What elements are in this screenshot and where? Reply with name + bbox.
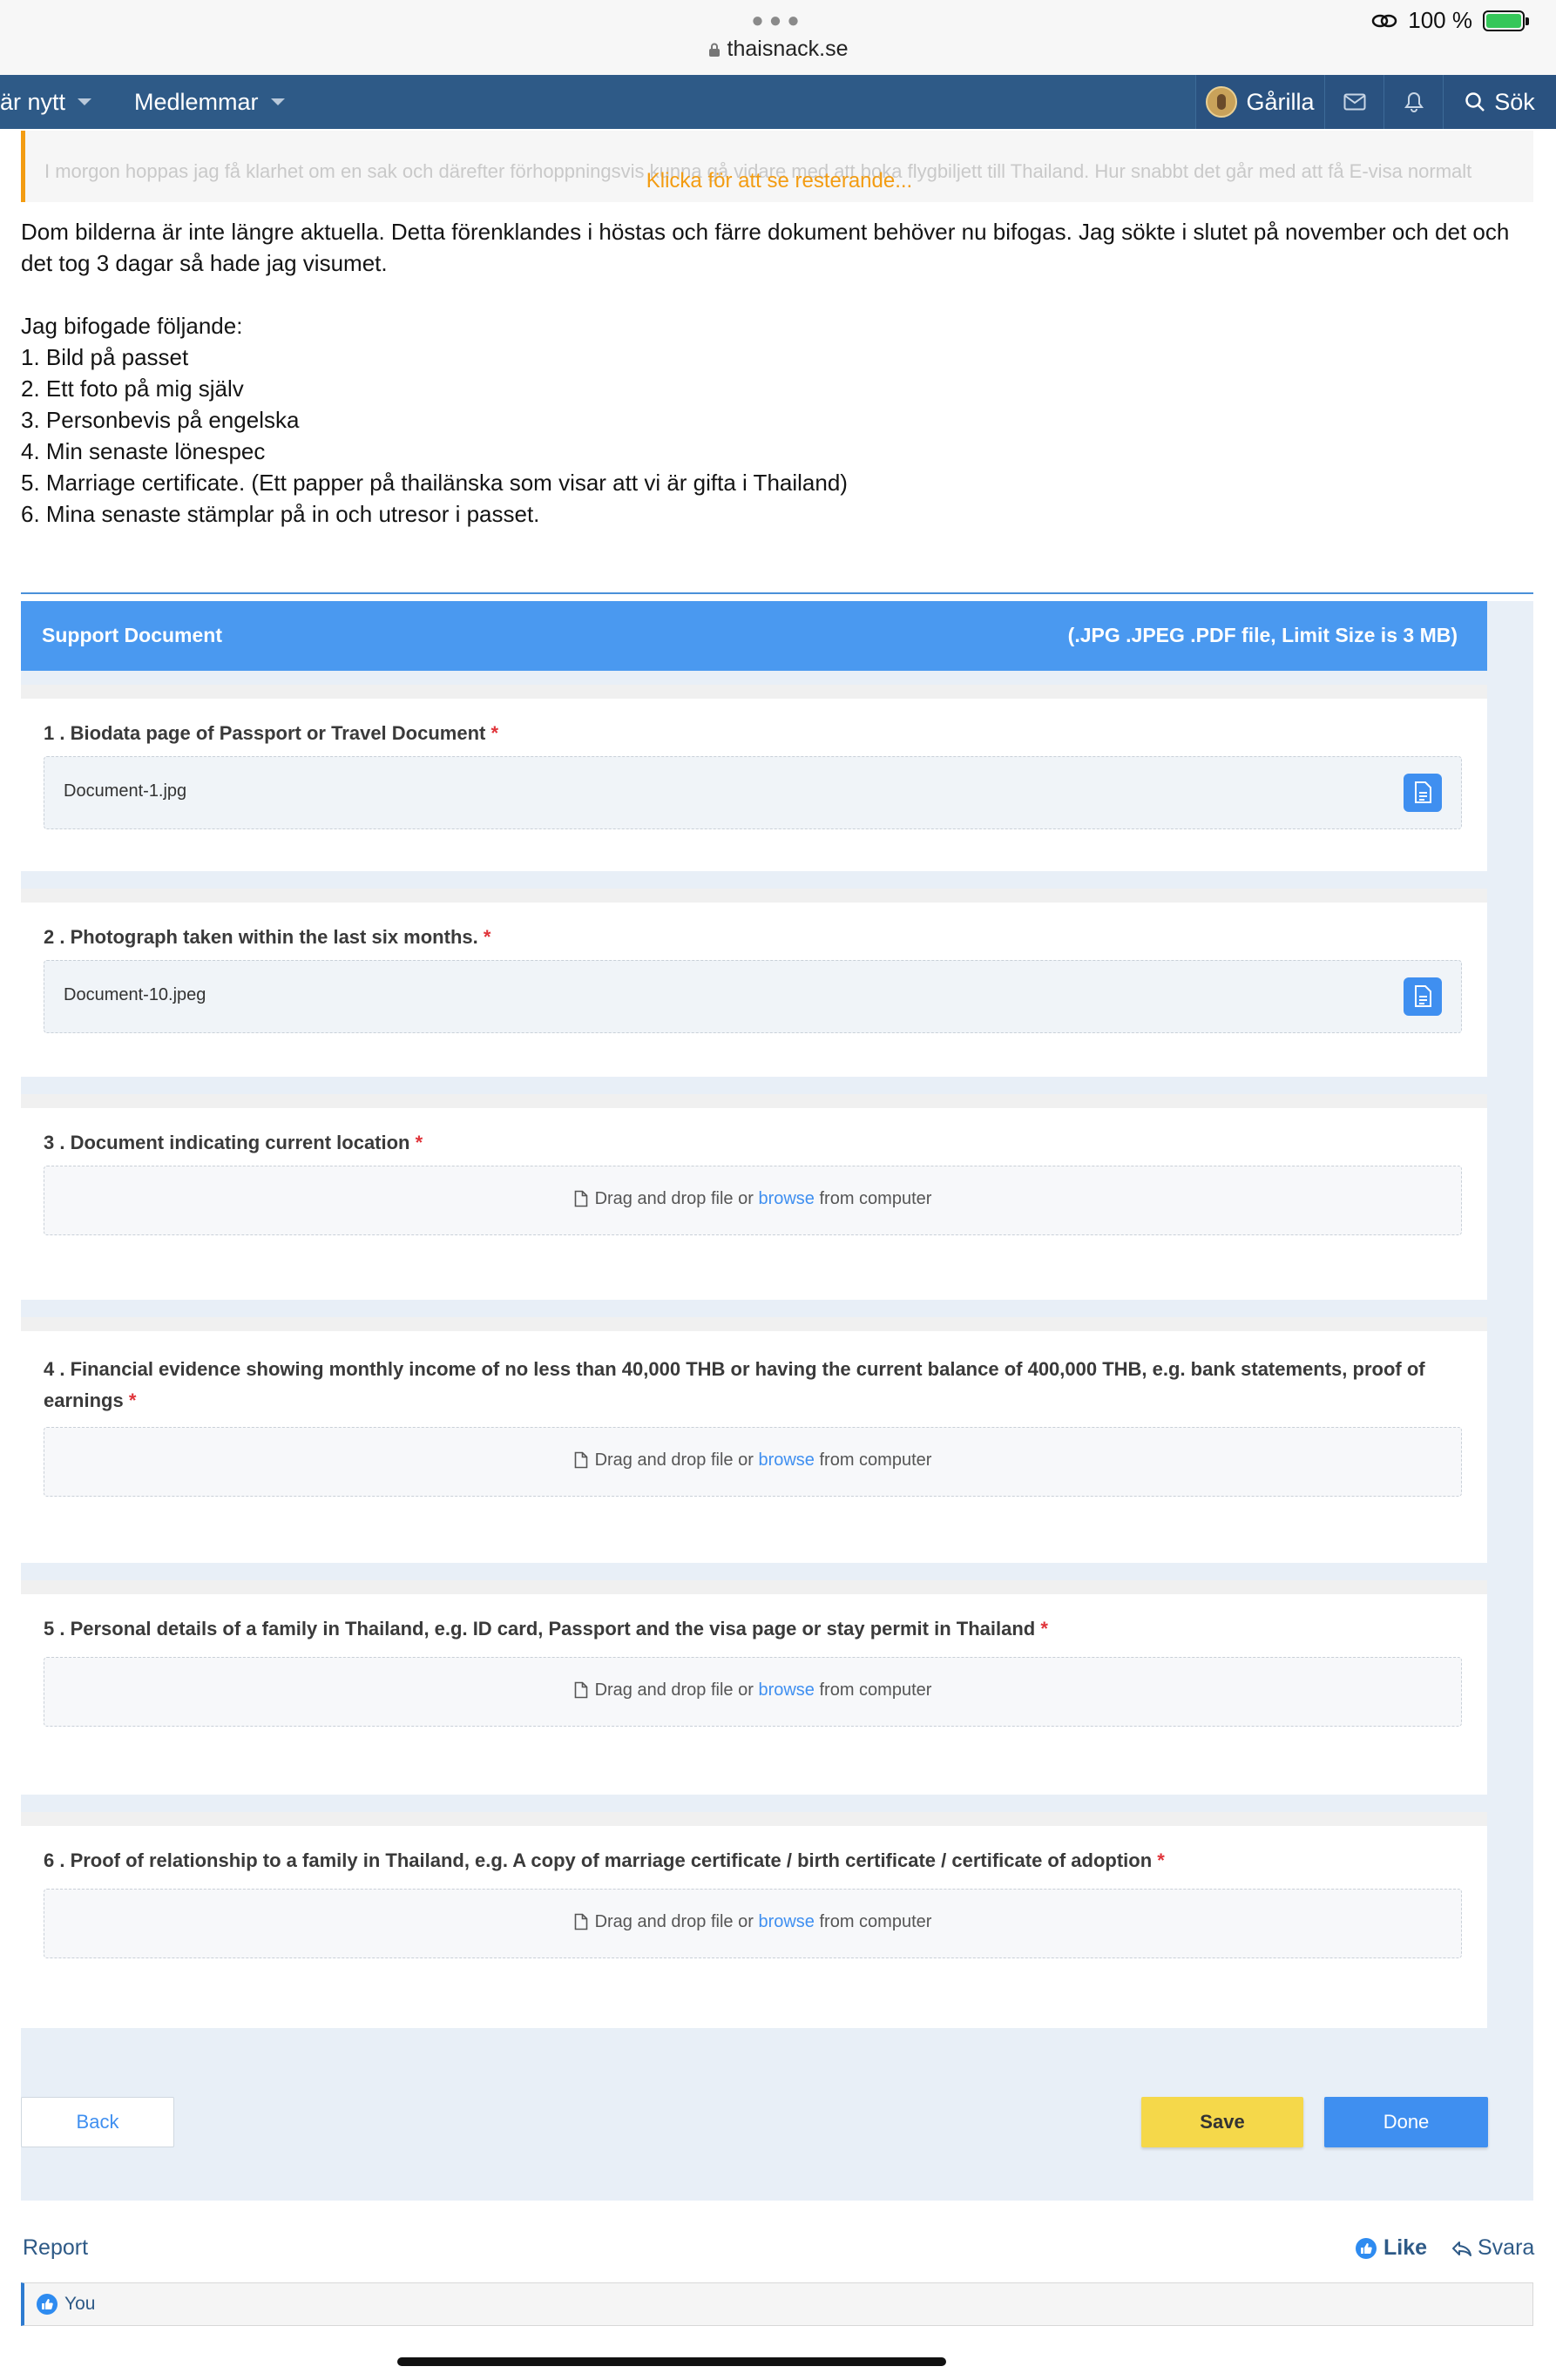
more-dots-icon[interactable]: ●●● xyxy=(0,9,1556,33)
lock-icon xyxy=(708,43,720,57)
post-line: det tog 3 dagar så hade jag visumet. xyxy=(21,250,388,276)
list-item: 6. Mina senaste stämplar på in och utres… xyxy=(21,501,540,527)
question-label: 3 . Document indicating current location… xyxy=(44,1132,423,1153)
file-name: Document-1.jpg xyxy=(64,781,187,801)
uploaded-file[interactable]: Document-10.jpeg xyxy=(44,960,1462,1033)
envelope-icon xyxy=(1343,93,1365,111)
home-indicator[interactable] xyxy=(397,2357,946,2366)
link-icon xyxy=(1372,14,1397,27)
battery-percent: 100 % xyxy=(1408,7,1472,33)
search-icon xyxy=(1465,92,1485,112)
browse-link[interactable]: browse xyxy=(758,1912,814,1931)
form-title: Support Document xyxy=(42,624,222,646)
quote-expand-link[interactable]: Klicka för att se resterande... xyxy=(25,169,1533,193)
document-icon xyxy=(574,1190,587,1207)
nav-members[interactable]: Medlemmar xyxy=(134,75,285,129)
list-item: 1. Bild på passet xyxy=(21,344,189,370)
liked-by[interactable]: You xyxy=(37,2294,95,2315)
dropzone-text: Drag and drop file or browse from comput… xyxy=(44,1450,1461,1471)
post-line: Dom bilderna är inte längre aktuella. De… xyxy=(21,219,1510,245)
dropzone-text: Drag and drop file or browse from comput… xyxy=(44,1680,1461,1700)
done-button[interactable]: Done xyxy=(1324,2097,1488,2147)
file-dropzone[interactable]: Drag and drop file or browse from comput… xyxy=(44,1657,1462,1727)
address-bar[interactable]: thaisnack.se xyxy=(0,37,1556,62)
attached-screenshot[interactable]: Support Document (.JPG .JPEG .PDF file, … xyxy=(21,601,1533,2201)
upload-section-3: 3 . Document indicating current location… xyxy=(21,1094,1487,1300)
upload-section-5: 5 . Personal details of a family in Thai… xyxy=(21,1580,1487,1795)
search-label: Sök xyxy=(1494,88,1535,115)
avatar xyxy=(1206,86,1238,118)
browse-link[interactable]: browse xyxy=(758,1189,814,1208)
nav-whats-new-label: är nytt xyxy=(0,88,66,115)
nav-user-area: Gårilla Sök xyxy=(1195,75,1556,129)
list-item: 3. Personbevis på engelska xyxy=(21,407,300,433)
upload-section-2: 2 . Photograph taken within the last six… xyxy=(21,889,1487,1077)
document-icon xyxy=(574,1681,587,1699)
file-icon[interactable] xyxy=(1404,774,1442,812)
save-button[interactable]: Save xyxy=(1141,2097,1303,2147)
report-link[interactable]: Report xyxy=(23,2235,88,2261)
bell-icon xyxy=(1404,91,1424,112)
document-icon xyxy=(574,1913,587,1930)
file-name: Document-10.jpeg xyxy=(64,985,206,1004)
browse-link[interactable]: browse xyxy=(758,1450,814,1470)
dropzone-text: Drag and drop file or browse from comput… xyxy=(44,1189,1461,1209)
like-button[interactable]: Like xyxy=(1356,2235,1427,2261)
likes-summary: You xyxy=(21,2282,1533,2326)
document-icon xyxy=(574,1451,587,1469)
form-header: Support Document (.JPG .JPEG .PDF file, … xyxy=(21,601,1487,671)
battery-icon xyxy=(1483,10,1529,31)
list-item: 2. Ett foto på mig själv xyxy=(21,375,244,402)
list-item: 4. Min senaste lönespec xyxy=(21,438,266,464)
reply-button[interactable]: Svara xyxy=(1451,2235,1534,2261)
file-icon[interactable] xyxy=(1404,977,1442,1016)
nav-whats-new[interactable]: är nytt xyxy=(0,75,92,129)
file-dropzone[interactable]: Drag and drop file or browse from comput… xyxy=(44,1427,1462,1497)
thumbs-up-icon xyxy=(1356,2237,1377,2259)
upload-section-6: 6 . Proof of relationship to a family in… xyxy=(21,1812,1487,2028)
thumbs-up-icon xyxy=(37,2294,58,2315)
question-label: 6 . Proof of relationship to a family in… xyxy=(44,1849,1165,1871)
post-list-intro: Jag bifogade följande: xyxy=(21,313,243,339)
file-dropzone[interactable]: Drag and drop file or browse from comput… xyxy=(44,1889,1462,1958)
username: Gårilla xyxy=(1246,88,1315,115)
question-label: 2 . Photograph taken within the last six… xyxy=(44,926,491,948)
chevron-down-icon[interactable] xyxy=(270,98,285,105)
reply-label: Svara xyxy=(1478,2235,1535,2260)
browse-link[interactable]: browse xyxy=(758,1680,814,1700)
alerts-button[interactable] xyxy=(1383,75,1443,129)
form-limit: (.JPG .JPEG .PDF file, Limit Size is 3 M… xyxy=(1067,624,1458,646)
post-body: Dom bilderna är inte längre aktuella. De… xyxy=(21,216,1537,530)
url-text: thaisnack.se xyxy=(727,37,849,61)
list-item: 5. Marriage certificate. (Ett papper på … xyxy=(21,470,848,496)
question-label: 1 . Biodata page of Passport or Travel D… xyxy=(44,722,499,744)
user-menu[interactable]: Gårilla xyxy=(1195,75,1324,129)
question-label: 4 . Financial evidence showing monthly i… xyxy=(44,1358,1425,1411)
chevron-down-icon[interactable] xyxy=(78,98,92,105)
status-bar: ●●● thaisnack.se 100 % xyxy=(0,0,1556,75)
status-indicators: 100 % xyxy=(1371,7,1529,34)
divider xyxy=(21,592,1533,594)
search-button[interactable]: Sök xyxy=(1443,75,1556,129)
forum-navbar: är nytt Medlemmar Gårilla Sök xyxy=(0,75,1556,129)
upload-section-4: 4 . Financial evidence showing monthly i… xyxy=(21,1317,1487,1563)
upload-section-1: 1 . Biodata page of Passport or Travel D… xyxy=(21,685,1487,871)
reply-icon xyxy=(1452,2241,1471,2256)
like-label: Like xyxy=(1383,2235,1428,2260)
file-dropzone[interactable]: Drag and drop file or browse from comput… xyxy=(44,1166,1462,1235)
dropzone-text: Drag and drop file or browse from comput… xyxy=(44,1912,1461,1932)
inbox-button[interactable] xyxy=(1324,75,1383,129)
back-button[interactable]: Back xyxy=(21,2097,174,2147)
uploaded-file[interactable]: Document-1.jpg xyxy=(44,756,1462,829)
nav-members-label: Medlemmar xyxy=(134,88,259,115)
liked-by-name: You xyxy=(64,2294,96,2314)
quote-block[interactable]: I morgon hoppas jag få klarhet om en sak… xyxy=(21,131,1533,202)
question-label: 5 . Personal details of a family in Thai… xyxy=(44,1618,1048,1640)
